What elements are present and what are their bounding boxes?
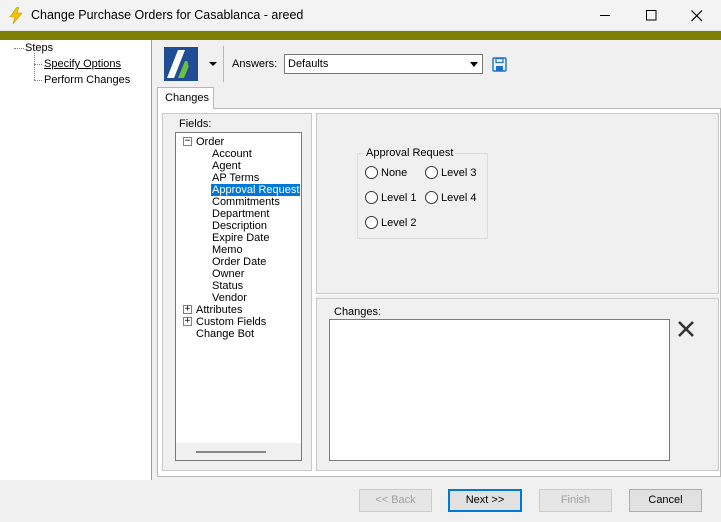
radio-none[interactable]: None [365, 166, 407, 179]
expand-icon[interactable]: + [183, 317, 192, 326]
tree-node-ap-terms[interactable]: AP Terms [212, 172, 259, 184]
title-bar: Change Purchase Orders for Casablanca - … [0, 0, 721, 31]
fields-label: Fields: [179, 118, 212, 130]
answers-label: Answers: [232, 58, 278, 70]
maximize-button[interactable] [628, 0, 674, 31]
changes-label: Changes: [334, 306, 382, 318]
tree-node-custom-fields[interactable]: Custom Fields [196, 316, 266, 328]
radio-circle[interactable] [365, 216, 378, 229]
tree-node-owner[interactable]: Owner [212, 268, 244, 280]
tree-node-expire-date[interactable]: Expire Date [212, 232, 269, 244]
radio-circle[interactable] [365, 166, 378, 179]
back-button[interactable]: << Back [359, 489, 432, 512]
answers-select[interactable]: Defaults [284, 54, 483, 74]
tree-node-commitments[interactable]: Commitments [212, 196, 280, 208]
app-logo-icon[interactable] [164, 47, 198, 81]
cancel-button[interactable]: Cancel [629, 489, 702, 512]
save-icon[interactable] [492, 57, 507, 72]
step-specify-options[interactable]: Specify Options [44, 58, 121, 70]
steps-root: Steps [25, 42, 54, 54]
chevron-down-icon [209, 62, 217, 66]
tree-node-attributes[interactable]: Attributes [196, 304, 242, 316]
expand-icon[interactable]: + [183, 305, 192, 314]
tree-node-description[interactable]: Description [212, 220, 267, 232]
radio-circle[interactable] [365, 191, 378, 204]
minimize-button[interactable] [582, 0, 628, 31]
window-title: Change Purchase Orders for Casablanca - … [31, 8, 304, 22]
accent-bar [0, 31, 721, 40]
close-icon [691, 9, 703, 21]
step-perform-changes[interactable]: Perform Changes [44, 74, 130, 86]
tree-node-approval-request[interactable]: Approval Request [211, 184, 301, 196]
next-button[interactable]: Next >> [448, 489, 522, 512]
tree-node-department[interactable]: Department [212, 208, 269, 220]
radio-level-1[interactable]: Level 1 [365, 191, 416, 204]
radio-level-4[interactable]: Level 4 [425, 191, 476, 204]
finish-button[interactable]: Finish [539, 489, 612, 512]
maximize-icon [645, 10, 656, 21]
tree-connector [34, 53, 35, 80]
radio-circle[interactable] [425, 191, 438, 204]
tab-changes[interactable]: Changes [157, 87, 214, 109]
radio-circle[interactable] [425, 166, 438, 179]
radio-label: None [381, 166, 408, 179]
steps-panel: Steps Specify Options Perform Changes [0, 40, 152, 480]
radio-label: Level 4 [441, 191, 477, 204]
tree-node-order-date[interactable]: Order Date [212, 256, 266, 268]
tree-node-order[interactable]: Order [196, 136, 224, 148]
radio-label: Level 2 [381, 216, 417, 229]
collapse-icon[interactable]: − [183, 137, 192, 146]
radio-level-2[interactable]: Level 2 [365, 216, 416, 229]
radio-label: Level 3 [441, 166, 477, 179]
tree-node-agent[interactable]: Agent [212, 160, 241, 172]
tree-connector [34, 64, 42, 65]
changes-list[interactable] [329, 319, 670, 461]
lightning-icon [9, 7, 23, 24]
minimize-icon [599, 15, 610, 16]
radio-label: Level 1 [381, 191, 417, 204]
answers-value: Defaults [288, 58, 329, 70]
logo-dropdown-button[interactable] [207, 58, 219, 70]
tree-node-vendor[interactable]: Vendor [212, 292, 247, 304]
horizontal-scrollbar[interactable] [176, 443, 301, 460]
chevron-down-icon [470, 62, 478, 67]
tree-node-change-bot[interactable]: Change Bot [196, 328, 254, 340]
tree-node-account[interactable]: Account [212, 148, 252, 160]
tree-connector [14, 48, 24, 49]
fields-tree[interactable]: − Order Account Agent AP Terms Approval … [175, 132, 302, 461]
tree-node-status[interactable]: Status [212, 280, 243, 292]
approval-request-title: Approval Request [364, 147, 456, 159]
tree-connector [34, 80, 42, 81]
scrollbar-thumb[interactable] [196, 451, 266, 453]
toolbar-separator [223, 46, 224, 82]
remove-change-icon[interactable] [677, 320, 695, 338]
close-button[interactable] [674, 0, 720, 31]
tree-node-memo[interactable]: Memo [212, 244, 243, 256]
radio-level-3[interactable]: Level 3 [425, 166, 476, 179]
